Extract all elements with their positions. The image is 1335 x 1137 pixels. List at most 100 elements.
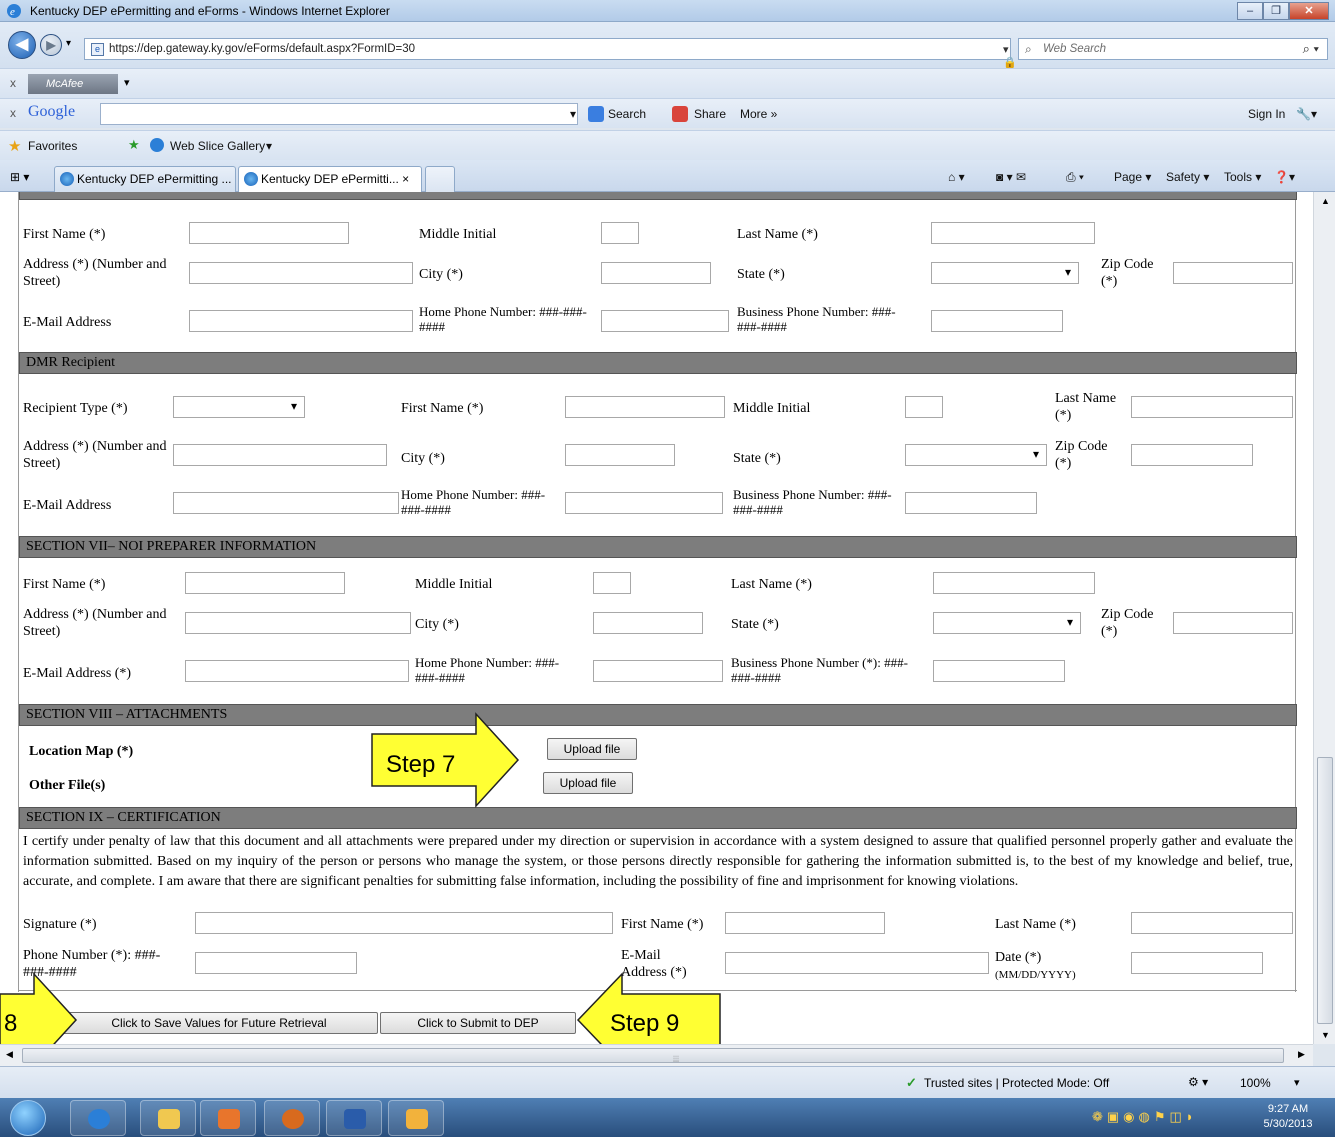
mcafee-dropdown-icon[interactable]: ▾ — [124, 76, 130, 89]
back-button[interactable]: ◀ — [8, 31, 36, 59]
popup-blocker-icon[interactable]: ⚙ ▾ — [1188, 1075, 1208, 1089]
signatory-home-phone-input[interactable] — [601, 310, 729, 332]
tab-kentucky-dep-1[interactable]: Kentucky DEP ePermitting ... — [54, 166, 236, 192]
history-dropdown-icon[interactable]: ▾ — [66, 38, 71, 49]
minimize-button[interactable]: – — [1237, 2, 1263, 20]
web-search-box[interactable]: ⌕ Web Search ⌕ ▾ — [1018, 38, 1328, 60]
new-tab-button[interactable] — [425, 166, 455, 192]
feeds-icon[interactable]: ◙ ▾ ✉ — [996, 170, 1026, 184]
preparer-address-input[interactable] — [185, 612, 411, 634]
signatory-business-phone-input[interactable] — [931, 310, 1063, 332]
google-search-input[interactable] — [100, 103, 578, 125]
recipient-state-select[interactable] — [905, 444, 1047, 466]
recipient-city-input[interactable] — [565, 444, 675, 466]
horizontal-scrollbar[interactable]: ◀ ⦙⦙⦙ ▶ — [0, 1044, 1313, 1066]
vertical-scroll-thumb[interactable] — [1317, 757, 1333, 1024]
address-url[interactable]: https://dep.gateway.ky.gov/eForms/defaul… — [109, 43, 415, 55]
upload-other-files-button[interactable]: Upload file — [543, 772, 633, 794]
taskbar-ie-button[interactable] — [70, 1100, 126, 1136]
upload-location-map-button[interactable]: Upload file — [547, 738, 637, 760]
zoom-dropdown-icon[interactable]: ▾ — [1294, 1076, 1300, 1089]
recipient-first-name-input[interactable] — [565, 396, 725, 418]
more-button[interactable]: More » — [740, 107, 777, 121]
signatory-email-input[interactable] — [189, 310, 413, 332]
wrench-icon[interactable]: 🔧▾ — [1296, 107, 1317, 121]
page-menu[interactable]: Page ▾ — [1114, 170, 1151, 184]
taskbar-outlook-button[interactable] — [388, 1100, 444, 1136]
web-slice-gallery[interactable]: Web Slice Gallery — [170, 139, 265, 153]
signature-input[interactable] — [195, 912, 613, 934]
taskbar-firefox-button[interactable] — [264, 1100, 320, 1136]
scroll-down-icon[interactable]: ▼ — [1321, 1030, 1330, 1040]
taskbar-word-button[interactable] — [326, 1100, 382, 1136]
recipient-business-phone-input[interactable] — [905, 492, 1037, 514]
preparer-first-name-input[interactable] — [185, 572, 345, 594]
close-toolbar-icon[interactable]: x — [10, 106, 16, 120]
zoom-level[interactable]: 100% — [1240, 1076, 1271, 1090]
scroll-left-icon[interactable]: ◀ — [6, 1049, 13, 1060]
trusted-sites-check-icon: ✓ — [906, 1075, 917, 1090]
tools-menu[interactable]: Tools ▾ — [1224, 170, 1261, 184]
add-favorite-icon[interactable]: ★ — [128, 137, 140, 153]
recipient-type-select[interactable] — [173, 396, 305, 418]
signatory-city-input[interactable] — [601, 262, 711, 284]
favorites-button[interactable]: Favorites — [28, 139, 77, 153]
taskbar-explorer-button[interactable] — [140, 1100, 196, 1136]
signatory-last-name-input[interactable] — [931, 222, 1095, 244]
search-icon[interactable]: ⌕ ▾ — [1303, 41, 1319, 57]
preparer-middle-initial-label: Middle Initial — [415, 577, 493, 592]
preparer-email-input[interactable] — [185, 660, 409, 682]
sign-in-button[interactable]: Sign In — [1248, 107, 1285, 121]
signatory-state-select[interactable] — [931, 262, 1079, 284]
web-slice-dropdown-icon[interactable]: ▾ — [266, 139, 272, 153]
preparer-business-phone-input[interactable] — [933, 660, 1065, 682]
signatory-middle-initial-input[interactable] — [601, 222, 639, 244]
safety-menu[interactable]: Safety ▾ — [1166, 170, 1209, 184]
recipient-last-name-input[interactable] — [1131, 396, 1293, 418]
preparer-middle-initial-input[interactable] — [593, 572, 631, 594]
recipient-address-input[interactable] — [173, 444, 387, 466]
close-toolbar-icon[interactable]: x — [10, 76, 16, 90]
tab-kentucky-dep-2[interactable]: Kentucky DEP ePermitti... × — [238, 166, 422, 192]
cert-date-input[interactable] — [1131, 952, 1263, 974]
share-button[interactable]: Share — [694, 107, 726, 121]
recipient-zip-input[interactable] — [1131, 444, 1253, 466]
recipient-home-phone-input[interactable] — [565, 492, 723, 514]
system-tray-icons[interactable]: ❁▣◉◍⚑◫◗ — [1092, 1109, 1198, 1125]
recipient-middle-initial-input[interactable] — [905, 396, 943, 418]
help-icon[interactable]: ❓▾ — [1274, 170, 1295, 184]
close-window-button[interactable]: ✕ — [1289, 2, 1329, 20]
vertical-scrollbar[interactable]: ▲ ▼ — [1313, 192, 1335, 1044]
system-clock[interactable]: 9:27 AM 5/30/2013 — [1246, 1102, 1330, 1132]
forward-button[interactable]: ▶ — [40, 34, 62, 56]
preparer-home-phone-input[interactable] — [593, 660, 723, 682]
cert-email-input[interactable] — [725, 952, 989, 974]
horizontal-scroll-thumb[interactable]: ⦙⦙⦙ — [22, 1048, 1284, 1064]
save-values-button[interactable]: Click to Save Values for Future Retrieva… — [60, 1012, 378, 1034]
signatory-zip-input[interactable] — [1173, 262, 1293, 284]
restore-button[interactable]: ❐ — [1263, 2, 1289, 20]
preparer-last-name-input[interactable] — [933, 572, 1095, 594]
scroll-right-icon[interactable]: ▶ — [1298, 1049, 1305, 1060]
preparer-zip-input[interactable] — [1173, 612, 1293, 634]
taskbar-media-button[interactable] — [200, 1100, 256, 1136]
quick-tabs-icon[interactable]: ⊞ ▾ — [10, 170, 29, 184]
signatory-address-input[interactable] — [189, 262, 413, 284]
print-icon[interactable]: ⎙ ▾ — [1066, 170, 1084, 185]
preparer-city-input[interactable] — [593, 612, 703, 634]
signatory-first-name-input[interactable] — [189, 222, 349, 244]
scroll-up-icon[interactable]: ▲ — [1321, 196, 1330, 206]
recipient-email-input[interactable] — [173, 492, 399, 514]
google-search-button[interactable]: Search — [608, 107, 646, 121]
cert-first-name-input[interactable] — [725, 912, 885, 934]
submit-to-dep-button[interactable]: Click to Submit to DEP — [380, 1012, 576, 1034]
start-button[interactable] — [10, 1100, 46, 1136]
cert-phone-input[interactable] — [195, 952, 357, 974]
mcafee-button[interactable]: McAfee — [28, 74, 118, 94]
address-bar[interactable]: e https://dep.gateway.ky.gov/eForms/defa… — [84, 38, 1017, 95]
home-icon[interactable]: ⌂ ▾ — [948, 170, 965, 184]
security-zone-text[interactable]: Trusted sites | Protected Mode: Off — [924, 1076, 1109, 1090]
cert-last-name-input[interactable] — [1131, 912, 1293, 934]
google-dropdown-icon[interactable]: ▾ — [570, 107, 576, 121]
preparer-state-select[interactable] — [933, 612, 1081, 634]
